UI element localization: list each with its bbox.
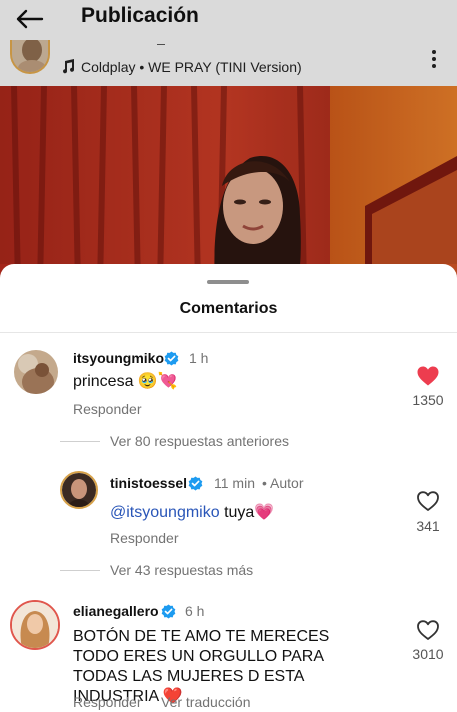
avatar[interactable] xyxy=(14,350,58,394)
dim-overlay[interactable] xyxy=(0,0,457,264)
verified-badge-icon xyxy=(164,351,179,366)
avatar[interactable] xyxy=(10,600,60,650)
like-count: 3010 xyxy=(412,646,444,662)
sheet-title: Comentarios xyxy=(179,300,278,317)
verified-badge-icon xyxy=(188,476,203,491)
divider xyxy=(0,332,457,333)
heart-filled-icon[interactable] xyxy=(416,365,440,387)
like-count: 1350 xyxy=(412,392,444,408)
reply-button[interactable]: Responder xyxy=(110,530,179,546)
thread-line xyxy=(60,570,100,571)
comment-username[interactable]: itsyoungmiko xyxy=(73,350,164,366)
heart-outline-icon[interactable] xyxy=(416,619,440,641)
comment-time: 11 min xyxy=(214,475,255,491)
heart-outline-icon[interactable] xyxy=(416,490,440,512)
comments-sheet: Comentarios itsyoungmiko 1 h princesa 🥹💘… xyxy=(0,264,457,712)
view-previous-replies-button[interactable]: Ver 80 respuestas anteriores xyxy=(110,433,289,449)
mention-link[interactable]: @itsyoungmiko xyxy=(110,504,220,521)
thread-line xyxy=(60,441,100,442)
verified-badge-icon xyxy=(161,604,176,619)
comment-text: princesa 🥹💘 xyxy=(73,373,178,390)
comment-username[interactable]: elianegallero xyxy=(73,603,159,619)
view-more-replies-button[interactable]: Ver 43 respuestas más xyxy=(110,562,253,578)
comment-body: tuya💗 xyxy=(219,504,275,521)
reply-button[interactable]: Responder xyxy=(73,401,142,417)
see-translation-button[interactable]: Ver traducción xyxy=(161,694,251,710)
comment-username[interactable]: tinistoessel xyxy=(110,475,187,491)
comment-time: 1 h xyxy=(189,350,209,366)
drag-handle[interactable] xyxy=(207,280,249,284)
like-count: 341 xyxy=(416,518,440,534)
comment-time: 6 h xyxy=(185,603,205,619)
avatar[interactable] xyxy=(60,471,98,509)
reply-button[interactable]: Responder xyxy=(73,694,142,710)
author-tag: • Autor xyxy=(262,475,304,491)
comment-text: @itsyoungmiko tuya💗 xyxy=(110,503,274,523)
